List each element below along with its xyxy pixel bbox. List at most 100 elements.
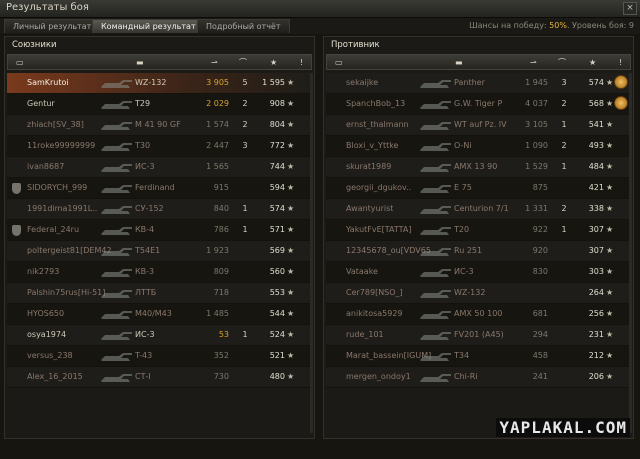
player-name[interactable]: Cer789[NSO_]	[346, 287, 403, 299]
damage-value: 840	[213, 204, 229, 213]
experience-value: 421	[588, 183, 604, 192]
experience-value: 524	[269, 330, 285, 339]
player-row[interactable]: Alex_16_2015 СТ-I 730 480 ★	[7, 367, 312, 388]
tank-name: T34	[454, 351, 470, 360]
player-name[interactable]: ivan8687	[27, 161, 64, 173]
player-row[interactable]: Vataake ИС-3 830 303 ★	[326, 262, 631, 283]
player-row[interactable]: zhiach[SV_38] M 41 90 GF 1 574 2 804 ★	[7, 115, 312, 136]
player-row[interactable]: Palshin75rus[Hi-51] ЛТТБ 718 553 ★	[7, 283, 312, 304]
star-icon: ★	[606, 204, 614, 213]
medal-icon[interactable]	[614, 96, 628, 110]
experience-value: 560	[269, 267, 285, 276]
player-name[interactable]: anikitosa5929	[346, 308, 403, 320]
player-row[interactable]: HYOS650 M40/M43 1 485 544 ★	[7, 304, 312, 325]
player-name[interactable]: 1991dima1991L..	[27, 203, 97, 215]
sort-icon[interactable]: !	[300, 57, 303, 68]
tab-detailed-report[interactable]: Подробный отчёт	[197, 19, 290, 33]
frags-icon[interactable]: ⌒	[239, 57, 247, 68]
player-row[interactable]: sekaijke Panther 1 945 3 574 ★	[326, 73, 631, 94]
player-name[interactable]: Gentur	[27, 98, 55, 110]
player-row[interactable]: 12345678_ou[VDV65] Ru 251 920 307 ★	[326, 241, 631, 262]
tank-icon	[101, 122, 132, 130]
player-name[interactable]: SpanchBob_13	[346, 98, 405, 110]
player-name[interactable]: zhiach[SV_38]	[27, 119, 84, 131]
player-row[interactable]: osya1974 ИС-3 53 1 524 ★	[7, 325, 312, 346]
tank-icon	[101, 290, 132, 298]
platoon-icon[interactable]: ▭	[16, 57, 24, 68]
player-name[interactable]: rude_101	[346, 329, 384, 341]
player-name[interactable]: nik2793	[27, 266, 59, 278]
player-row[interactable]: Awantyurist Centurion 7/1 1 331 2 338 ★	[326, 199, 631, 220]
player-name[interactable]: Federal_24ru	[27, 224, 79, 236]
tank-name: WZ-132	[135, 78, 167, 87]
player-name[interactable]: versus_238	[27, 350, 73, 362]
player-row[interactable]: nik2793 КВ-3 809 560 ★	[7, 262, 312, 283]
player-row[interactable]: 1991dima1991L.. СУ-152 840 1 574 ★	[7, 199, 312, 220]
player-row[interactable]: rude_101 FV201 (A45) 294 231 ★	[326, 325, 631, 346]
player-name[interactable]: Bloxi_v_Yttke	[346, 140, 398, 152]
player-row[interactable]: anikitosa5929 AMX 50 100 681 256 ★	[326, 304, 631, 325]
sort-icon[interactable]: !	[619, 57, 622, 68]
damage-icon[interactable]: ⇀	[530, 57, 537, 68]
player-row[interactable]: SpanchBob_13 G.W. Tiger P 4 037 2 568 ★	[326, 94, 631, 115]
tank-icon[interactable]: ▬	[136, 57, 144, 68]
tank-icon	[420, 374, 451, 382]
tank-icon	[420, 311, 451, 319]
kills-value: 3	[561, 78, 567, 87]
player-row[interactable]: Federal_24ru КВ-4 786 1 571 ★	[7, 220, 312, 241]
player-row[interactable]: ernst_thalmann WT auf Pz. IV 3 105 1 541 ★	[326, 115, 631, 136]
player-row[interactable]: Marat_bassein[IGUM] T34 458 212 ★	[326, 346, 631, 367]
title-bar: Результаты боя ×	[0, 0, 640, 18]
player-row[interactable]: Gentur T29 2 029 2 908 ★	[7, 94, 312, 115]
player-row[interactable]: Bloxi_v_Yttke O-Ni 1 090 2 493 ★	[326, 136, 631, 157]
tab-personal-result[interactable]: Личный результат	[4, 19, 101, 33]
kills-value: 2	[242, 99, 248, 108]
damage-value: 1 090	[525, 141, 548, 150]
player-row[interactable]: mergen_ondoy1 Chi-Ri 241 206 ★	[326, 367, 631, 388]
tank-name: WZ-132	[454, 288, 486, 297]
damage-icon[interactable]: ⇀	[211, 57, 218, 68]
player-name[interactable]: Awantyurist	[346, 203, 393, 215]
player-row[interactable]: versus_238 T-43 352 521 ★	[7, 346, 312, 367]
scrollbar[interactable]	[629, 73, 632, 433]
win-chances-value: 50%	[549, 21, 567, 30]
player-name[interactable]: osya1974	[27, 329, 66, 341]
tank-icon[interactable]: ▬	[455, 57, 463, 68]
tank-name: T-43	[135, 351, 153, 360]
player-name[interactable]: SIDORYCH_999	[27, 182, 87, 194]
close-button[interactable]: ×	[623, 2, 637, 15]
platoon-icon[interactable]: ▭	[335, 57, 343, 68]
player-row[interactable]: Cer789[NSO_] WZ-132 264 ★	[326, 283, 631, 304]
player-name[interactable]: georgii_dgukov..	[346, 182, 411, 194]
tank-name: КВ-4	[135, 225, 155, 234]
player-name[interactable]: HYOS650	[27, 308, 64, 320]
player-row[interactable]: YakutFvE[TATTA] T20 922 1 307 ★	[326, 220, 631, 241]
player-name[interactable]: ernst_thalmann	[346, 119, 409, 131]
player-name[interactable]: Alex_16_2015	[27, 371, 83, 383]
frags-icon[interactable]: ⌒	[558, 57, 566, 68]
experience-icon[interactable]: ★	[270, 57, 277, 68]
player-name[interactable]: mergen_ondoy1	[346, 371, 411, 383]
player-row[interactable]: georgii_dgukov.. E 75 875 421 ★	[326, 178, 631, 199]
experience-value: 574	[588, 78, 604, 87]
star-icon: ★	[287, 204, 295, 213]
damage-value: 1 574	[206, 120, 229, 129]
player-name[interactable]: YakutFvE[TATTA]	[346, 224, 412, 236]
scrollbar[interactable]	[310, 73, 313, 433]
player-row[interactable]: SamKrutoi WZ-132 3 905 5 1 595 ★	[7, 73, 312, 94]
player-row[interactable]: poltergeist81[DEM42] T54E1 1 923 569 ★	[7, 241, 312, 262]
player-row[interactable]: skurat1989 AMX 13 90 1 529 1 484 ★	[326, 157, 631, 178]
experience-value: 212	[588, 351, 604, 360]
tab-team-result[interactable]: Командный результат	[92, 19, 205, 33]
player-name[interactable]: 11roke99999999	[27, 140, 95, 152]
player-row[interactable]: 11roke99999999 T30 2 447 3 772 ★	[7, 136, 312, 157]
player-row[interactable]: SIDORYCH_999 Ferdinand 915 594 ★	[7, 178, 312, 199]
player-name[interactable]: SamKrutoi	[27, 77, 69, 89]
player-name[interactable]: skurat1989	[346, 161, 391, 173]
experience-icon[interactable]: ★	[589, 57, 596, 68]
player-name[interactable]: sekaijke	[346, 77, 378, 89]
player-row[interactable]: ivan8687 ИС-3 1 565 744 ★	[7, 157, 312, 178]
player-name[interactable]: Vataake	[346, 266, 378, 278]
medal-icon[interactable]	[614, 75, 628, 89]
player-name[interactable]: Palshin75rus[Hi-51]	[27, 287, 105, 299]
